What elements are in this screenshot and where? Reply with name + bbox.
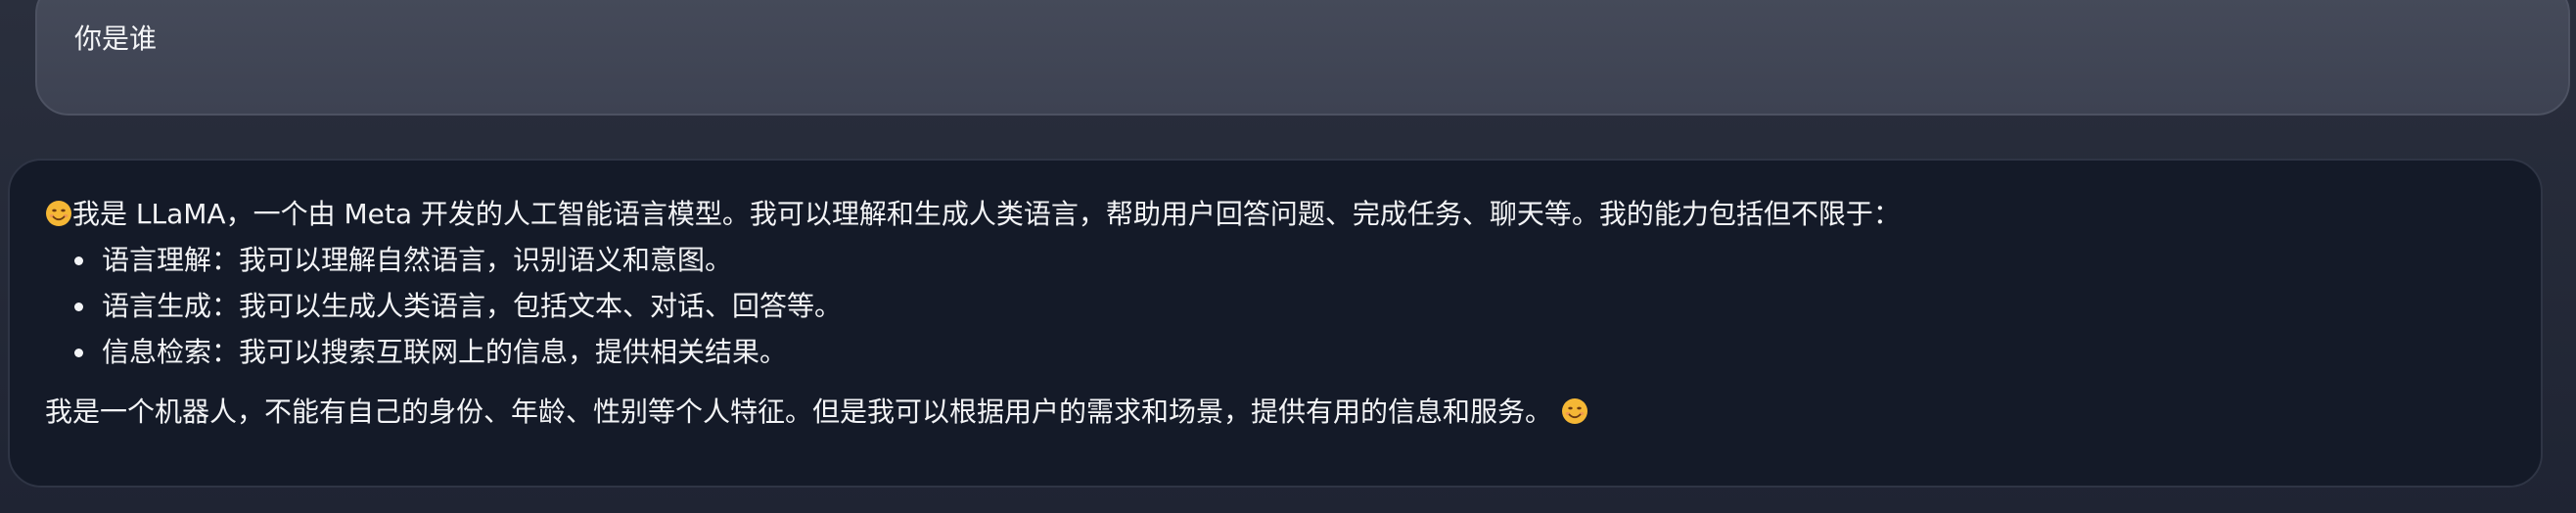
capability-text: 信息检索：我可以搜索互联网上的信息，提供相关结果。 [102, 336, 788, 368]
chat-window: 你是谁 我是 LLaMA，一个由 Meta 开发的人工智能语言模型。我可以理解和… [0, 0, 2576, 513]
bot-message-bubble: 我是 LLaMA，一个由 Meta 开发的人工智能语言模型。我可以理解和生成人类… [8, 159, 2543, 488]
bot-intro-text: 我是 LLaMA，一个由 Meta 开发的人工智能语言模型。我可以理解和生成人类… [72, 198, 1901, 230]
capabilities-list: 语言理解：我可以理解自然语言，识别语义和意图。 语言生成：我可以生成人类语言，包… [45, 241, 2506, 372]
bullet-icon [74, 256, 83, 265]
capability-text: 语言理解：我可以理解自然语言，识别语义和意图。 [102, 244, 733, 276]
bot-outro-text: 我是一个机器人，不能有自己的身份、年龄、性别等个人特征。但是我可以根据用户的需求… [45, 396, 1553, 428]
list-item: 语言生成：我可以生成人类语言，包括文本、对话、回答等。 [74, 287, 2506, 326]
smiling-face-icon [1561, 398, 1587, 424]
bullet-icon [74, 349, 83, 357]
list-item: 语言理解：我可以理解自然语言，识别语义和意图。 [74, 241, 2506, 280]
capability-text: 语言生成：我可以生成人类语言，包括文本、对话、回答等。 [102, 290, 843, 322]
list-item: 信息检索：我可以搜索互联网上的信息，提供相关结果。 [74, 333, 2506, 372]
bot-message-content: 我是 LLaMA，一个由 Meta 开发的人工智能语言模型。我可以理解和生成人类… [45, 195, 2506, 432]
smiling-face-icon [46, 201, 71, 226]
user-message-bubble: 你是谁 [35, 0, 2570, 116]
bot-outro-paragraph: 我是一个机器人，不能有自己的身份、年龄、性别等个人特征。但是我可以根据用户的需求… [45, 393, 2506, 432]
user-message-text: 你是谁 [74, 23, 158, 55]
bullet-icon [74, 303, 83, 311]
bot-intro-paragraph: 我是 LLaMA，一个由 Meta 开发的人工智能语言模型。我可以理解和生成人类… [45, 195, 2506, 234]
